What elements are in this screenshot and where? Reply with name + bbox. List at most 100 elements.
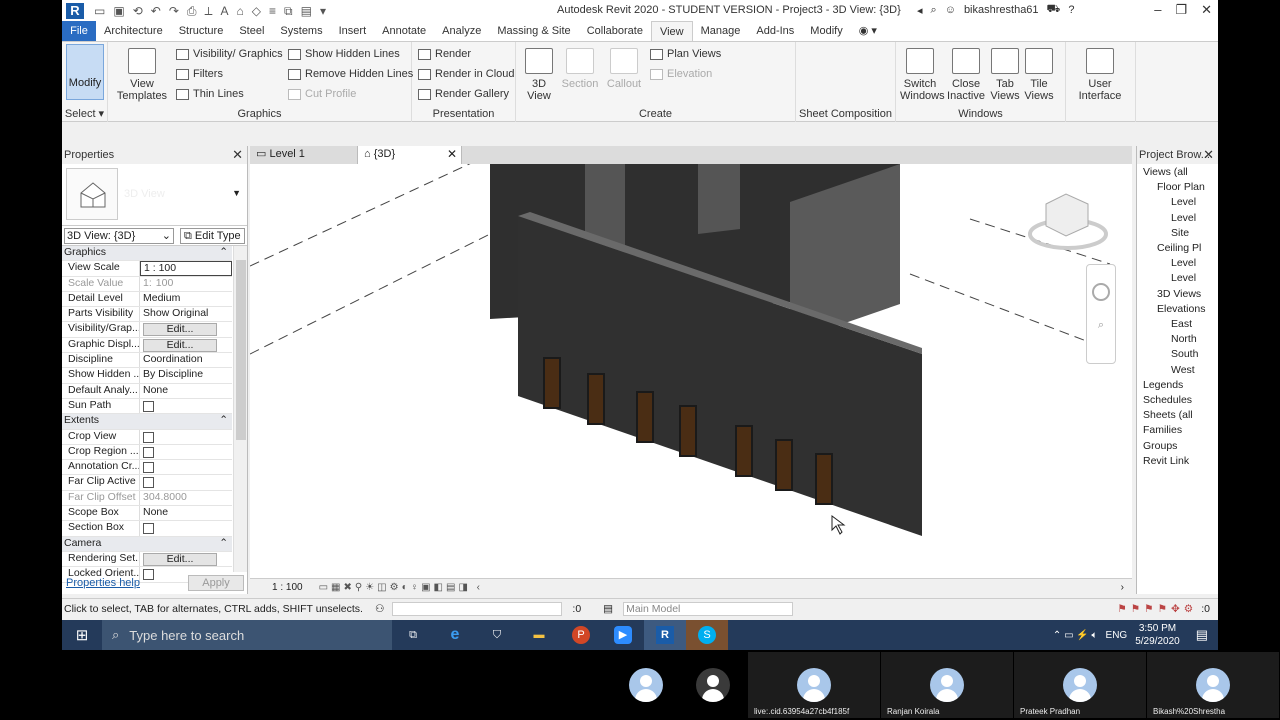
tab-file[interactable]: File bbox=[62, 21, 96, 41]
property-row[interactable]: Scope Box None bbox=[62, 506, 232, 522]
text-icon[interactable]: A bbox=[221, 4, 229, 19]
view-templates-button[interactable]: View Templates bbox=[114, 48, 170, 102]
property-checkbox[interactable] bbox=[143, 400, 154, 412]
property-row[interactable]: Default Analy... None bbox=[62, 383, 232, 399]
view-control-icons[interactable]: ▭▦✖⚲☀◫⚙◐♀▣◧▤◨ ‹ bbox=[319, 582, 483, 593]
property-row[interactable]: Far Clip Active bbox=[62, 475, 232, 491]
property-row[interactable]: Crop Region ... bbox=[62, 444, 232, 461]
instance-dropdown[interactable]: 3D View: {3D} ⌄ bbox=[64, 227, 174, 244]
property-row[interactable]: Show Hidden ... By Discipline bbox=[62, 368, 232, 384]
property-row[interactable]: Rendering Set... Edit... bbox=[62, 551, 232, 568]
revit-taskbar-icon[interactable]: R bbox=[644, 620, 686, 650]
tab-architecture[interactable]: Architecture bbox=[96, 21, 171, 41]
render-cloud-button[interactable]: Render in Cloud bbox=[418, 68, 515, 80]
property-row[interactable]: Discipline Coordination bbox=[62, 353, 232, 369]
participant-tile[interactable]: live:.cid.63954a27cb4f185f bbox=[748, 652, 880, 718]
render-gallery-button[interactable]: Render Gallery bbox=[418, 88, 509, 100]
close-icon[interactable]: ✕ bbox=[232, 146, 243, 164]
browser-node[interactable]: Sheets (all bbox=[1143, 409, 1193, 421]
undo-icon[interactable]: ↶ bbox=[151, 4, 161, 19]
participant-tile[interactable]: Prateek Pradhan bbox=[1014, 652, 1146, 718]
property-row[interactable]: Detail Level Medium bbox=[62, 291, 232, 308]
property-checkbox[interactable] bbox=[143, 431, 154, 443]
property-section[interactable]: Camera ⌃ bbox=[62, 536, 232, 552]
tab-collaborate[interactable]: Collaborate bbox=[579, 21, 651, 41]
selection-options-icons[interactable]: ⚑⚑⚑⚑✥⚙ bbox=[1117, 603, 1197, 615]
modify-button[interactable]: Modify bbox=[66, 44, 104, 100]
print-icon[interactable]: ⎙ bbox=[187, 4, 197, 19]
browser-node[interactable]: Ceiling Pl bbox=[1157, 242, 1201, 254]
browser-node[interactable]: Groups bbox=[1143, 440, 1177, 452]
filters-button[interactable]: Filters bbox=[176, 68, 223, 80]
user-icon[interactable]: ☺ bbox=[945, 4, 956, 16]
switch-windows-button[interactable]: Switch Windows bbox=[900, 48, 945, 102]
property-checkbox[interactable] bbox=[143, 462, 154, 474]
tab-modify[interactable]: Modify bbox=[802, 21, 850, 41]
tab-level-1[interactable]: ▭ Level 1 bbox=[250, 146, 358, 164]
edit-button[interactable]: Edit... bbox=[143, 323, 217, 337]
file-explorer-icon[interactable]: ▬ bbox=[518, 620, 560, 650]
steering-wheel-icon[interactable] bbox=[1092, 283, 1110, 301]
browser-node[interactable]: Level bbox=[1171, 212, 1196, 224]
cart-icon[interactable]: ⛟ bbox=[1047, 3, 1061, 17]
customize-qat-icon[interactable]: ▾ bbox=[320, 4, 326, 19]
browser-node[interactable]: South bbox=[1171, 348, 1198, 360]
taskbar-search[interactable]: ⌕ Type here to search bbox=[102, 620, 392, 650]
tab-systems[interactable]: Systems bbox=[272, 21, 330, 41]
workset-icon[interactable]: ⚇ bbox=[375, 603, 384, 615]
scroll-right-icon[interactable]: › bbox=[1121, 582, 1124, 593]
browser-node[interactable]: Level bbox=[1171, 272, 1196, 284]
scroll-thumb[interactable] bbox=[236, 260, 246, 440]
thin-lines-icon[interactable]: ≡ bbox=[269, 4, 276, 19]
property-row[interactable]: Section Box bbox=[62, 521, 232, 537]
windows-start-icon[interactable]: ⊞ bbox=[62, 620, 102, 650]
select-dropdown[interactable]: Select ▾ bbox=[62, 107, 107, 120]
property-checkbox[interactable] bbox=[143, 446, 154, 458]
zoom-app-icon[interactable]: ▶ bbox=[602, 620, 644, 650]
property-checkbox[interactable] bbox=[143, 523, 154, 535]
drawing-canvas[interactable] bbox=[250, 164, 1132, 578]
binoculars-icon[interactable]: ⌕ bbox=[931, 4, 937, 17]
tile-views-button[interactable]: Tile Views bbox=[1022, 48, 1056, 102]
property-row[interactable]: Far Clip Offset 304.8000 bbox=[62, 490, 232, 507]
browser-node[interactable]: Schedules bbox=[1143, 394, 1192, 406]
switch-windows-icon[interactable]: ▤ bbox=[301, 4, 312, 19]
browser-node[interactable]: East bbox=[1171, 318, 1192, 330]
username[interactable]: bikashrestha61 bbox=[964, 4, 1039, 16]
restore-icon[interactable]: ❐ bbox=[1175, 2, 1187, 18]
tab-add-ins[interactable]: Add-Ins bbox=[748, 21, 802, 41]
measure-icon[interactable]: ⟂ bbox=[204, 4, 212, 19]
property-row[interactable]: Parts Visibility Show Original bbox=[62, 307, 232, 323]
section-button[interactable]: Section bbox=[560, 48, 600, 90]
workset-dropdown[interactable] bbox=[392, 601, 563, 616]
user-interface-button[interactable]: User Interface bbox=[1072, 48, 1128, 102]
browser-node[interactable]: Views (all bbox=[1143, 166, 1188, 178]
browser-node[interactable]: Revit Link bbox=[1143, 455, 1189, 467]
zoom-icon[interactable]: ⌕ bbox=[1094, 319, 1108, 333]
property-row[interactable]: Visibility/Grap... Edit... bbox=[62, 322, 232, 338]
render-button[interactable]: Render bbox=[418, 48, 471, 60]
redo-icon[interactable]: ↷ bbox=[169, 4, 179, 19]
task-view-icon[interactable]: ⧉ bbox=[392, 620, 434, 650]
close-icon[interactable]: ✕ bbox=[1201, 2, 1212, 18]
browser-node[interactable]: Legends bbox=[1143, 379, 1183, 391]
revit-logo[interactable]: R bbox=[66, 3, 84, 19]
close-icon[interactable]: ✕ bbox=[447, 146, 457, 162]
open-icon[interactable]: ▭ bbox=[94, 4, 105, 19]
minimize-icon[interactable]: – bbox=[1154, 2, 1161, 18]
browser-node[interactable]: Families bbox=[1143, 424, 1182, 436]
property-row[interactable]: Graphic Displ... Edit... bbox=[62, 337, 232, 354]
input-language[interactable]: ENG bbox=[1106, 630, 1128, 641]
browser-node[interactable]: Elevations bbox=[1157, 303, 1205, 315]
tab-structure[interactable]: Structure bbox=[171, 21, 232, 41]
close-hidden-icon[interactable]: ⧉ bbox=[284, 4, 293, 19]
edit-button[interactable]: Edit... bbox=[143, 552, 217, 566]
collapse-icon[interactable]: ⌃ bbox=[219, 537, 228, 551]
clock[interactable]: 3:50 PM 5/29/2020 bbox=[1135, 622, 1180, 648]
collapse-icon[interactable]: ⌃ bbox=[219, 414, 228, 428]
design-options-icon[interactable]: ▤ bbox=[603, 603, 613, 615]
skype-icon[interactable]: S bbox=[686, 620, 728, 650]
edge-icon[interactable]: e bbox=[434, 620, 476, 650]
tab-view[interactable]: View bbox=[650, 21, 693, 41]
plan-views-button[interactable]: Plan Views bbox=[650, 48, 721, 60]
